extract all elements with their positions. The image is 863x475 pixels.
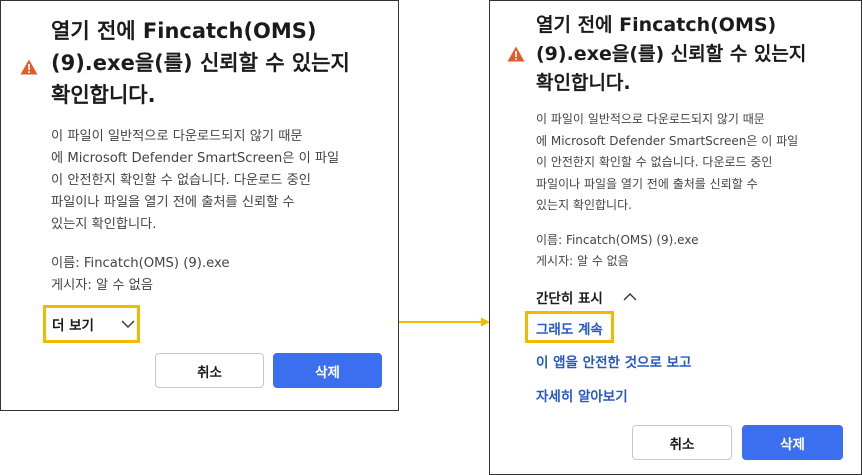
warning-icon [20,59,38,75]
warning-icon [507,46,525,62]
smartscreen-dialog-collapsed: 열기 전에 Fincatch(OMS) (9).exe을(를) 신뢰할 수 있는… [0,0,399,411]
dialog-description: 이 파일이 일반적으로 다운로드되지 않기 때문 에 Microsoft Def… [51,129,340,232]
delete-button[interactable]: 삭제 [742,425,843,460]
file-info: 이름: Fincatch(OMS) (9).exe 게시자: 알 수 없음 [536,230,698,272]
learn-more-link[interactable]: 자세히 알아보기 [536,385,628,405]
dialog-title: 열기 전에 Fincatch(OMS) (9).exe을(를) 신뢰할 수 있는… [51,19,350,107]
cancel-button[interactable]: 취소 [155,353,264,388]
cancel-button[interactable]: 취소 [632,425,732,460]
file-publisher: 게시자: 알 수 없음 [536,254,629,268]
dialog-description: 이 파일이 일반적으로 다운로드되지 않기 때문 에 Microsoft Def… [536,112,799,212]
report-safe-link[interactable]: 이 앱을 안전한 것으로 보고 [536,351,691,371]
chevron-down-icon [121,320,135,328]
show-more-toggle[interactable]: 더 보기 [43,305,140,343]
show-more-label: 더 보기 [52,318,94,334]
file-publisher: 게시자: 알 수 없음 [51,278,153,293]
keep-anyway-link[interactable]: 그래도 계속 [536,318,603,338]
file-name: 이름: Fincatch(OMS) (9).exe [51,256,230,271]
delete-button[interactable]: 삭제 [273,353,382,388]
show-less-label: 간단히 표시 [536,291,603,307]
file-name: 이름: Fincatch(OMS) (9).exe [536,233,699,247]
arrow-right-icon [399,317,490,327]
dialog-title: 열기 전에 Fincatch(OMS) (9).exe을(를) 신뢰할 수 있는… [536,14,807,94]
file-info: 이름: Fincatch(OMS) (9).exe 게시자: 알 수 없음 [51,253,230,297]
smartscreen-dialog-expanded: 열기 전에 Fincatch(OMS) (9).exe을(를) 신뢰할 수 있는… [489,0,862,475]
chevron-up-icon [623,293,637,301]
show-less-toggle[interactable]: 간단히 표시 [536,287,637,307]
